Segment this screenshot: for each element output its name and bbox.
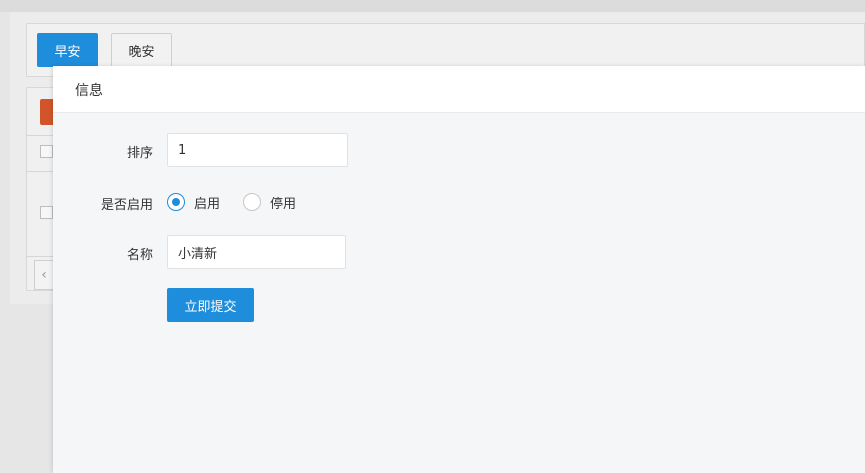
chevron-left-icon: ‹ — [41, 267, 47, 283]
radio-checked-icon — [167, 193, 185, 211]
radio-disable-label: 停用 — [270, 196, 297, 212]
table-header-checkbox[interactable] — [40, 145, 53, 158]
radio-enable[interactable]: 启用 — [167, 193, 220, 212]
sort-input[interactable] — [167, 133, 348, 167]
radio-enable-label: 启用 — [194, 196, 221, 212]
radio-disable[interactable]: 停用 — [243, 193, 296, 212]
enable-label: 是否启用 — [100, 198, 153, 213]
sort-label: 排序 — [126, 146, 153, 161]
radio-unchecked-icon — [243, 193, 262, 211]
info-dialog: 信息 排序 是否启用 启用 停用 名称 立即提交 — [53, 66, 865, 473]
morning-button[interactable]: 早安 — [37, 33, 98, 67]
dialog-header: 信息 — [53, 66, 865, 113]
name-input[interactable] — [167, 235, 346, 269]
pager-prev-button[interactable]: ‹ — [34, 260, 54, 290]
name-label: 名称 — [126, 248, 153, 263]
submit-button[interactable]: 立即提交 — [167, 288, 254, 322]
evening-button[interactable]: 晚安 — [111, 33, 172, 67]
enable-radio-group: 启用 停用 — [167, 191, 319, 213]
table-row-checkbox[interactable] — [40, 206, 53, 219]
dialog-title: 信息 — [75, 83, 103, 99]
background-top-bar — [0, 0, 865, 12]
